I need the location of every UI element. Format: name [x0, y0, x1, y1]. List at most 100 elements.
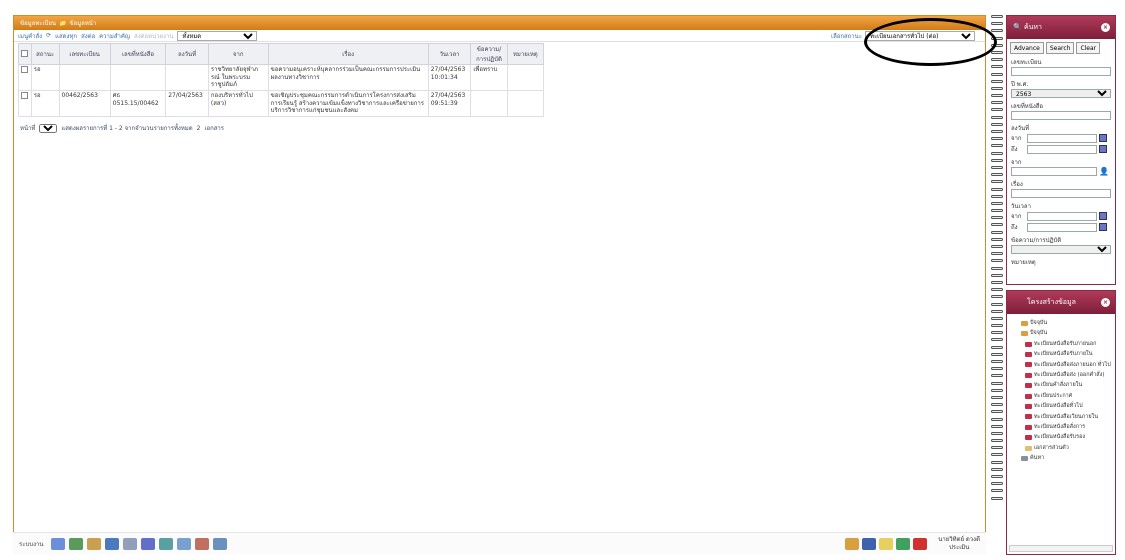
tree-item[interactable]: ทะเบียนหนังสือเวียนภายใน [1011, 412, 1111, 422]
reports-icon[interactable] [195, 537, 210, 550]
table-row[interactable]: รอ 00462/2563 ศธ 0515.15/00462 27/04/256… [18, 90, 545, 117]
col-reg-no[interactable]: เลขทะเบียน [58, 43, 111, 65]
close-icon[interactable]: × [1101, 298, 1110, 307]
network-icon[interactable] [845, 537, 860, 550]
transfer-icon[interactable] [141, 537, 156, 550]
tree-item[interactable]: ทะเบียนหนังสือทั่วไป [1011, 401, 1111, 411]
clear-button[interactable]: Clear [1076, 42, 1101, 54]
pager-total: 2 [196, 124, 201, 132]
cell-status: รอ [30, 64, 60, 91]
date-to-label: ถึง [1011, 146, 1018, 153]
tree-item[interactable]: ปัจจุบัน [1011, 328, 1111, 338]
tree-item[interactable]: ปัจจุบัน [1011, 318, 1111, 328]
bookmark-icon[interactable] [105, 537, 120, 550]
help-icon[interactable] [213, 537, 228, 550]
calendar-icon[interactable] [896, 537, 911, 550]
tree-item[interactable]: ค้นหา [1011, 453, 1111, 463]
from-input[interactable] [1011, 167, 1097, 176]
print-icon[interactable] [123, 537, 138, 550]
tree-item[interactable]: ทะเบียนหนังสือรับภายใน [1011, 349, 1111, 359]
doc-no-input[interactable] [1011, 111, 1111, 120]
col-datetime[interactable]: วันเวลา [427, 43, 472, 65]
cell-subject[interactable]: ขอเชิญประชุมคณะกรรมการดำเนินการโครงการส่… [267, 90, 429, 117]
users-icon[interactable] [159, 537, 174, 550]
tree-item[interactable]: ทะเบียนคำสั่งภายใน [1011, 380, 1111, 390]
send-icon[interactable] [69, 537, 84, 550]
book-icon [1025, 383, 1032, 389]
search-panel: 🔍 ค้นหา × Advance Search Clear เลขทะเบีย… [1006, 15, 1116, 285]
refresh-icon[interactable]: ⟳ [46, 32, 51, 39]
link-show-all[interactable]: แสดงทุก [55, 31, 77, 41]
scope-select[interactable]: ทั้งหมด [177, 30, 258, 41]
header-checkbox[interactable] [18, 43, 32, 65]
tree-item-label: ทะเบียนหนังสือเวียนภายใน [1034, 413, 1098, 420]
col-subject[interactable]: เรื่อง [267, 43, 429, 65]
col-remark[interactable]: หมายเหตุ [506, 43, 545, 65]
field-label: วันเวลา [1011, 203, 1031, 210]
col-status[interactable]: สถานะ [30, 43, 60, 65]
col-action[interactable]: ข้อความ/การปฏิบัติ [470, 43, 508, 65]
menu-command[interactable]: เมนูคำสั่ง [18, 31, 42, 41]
field-remark: หมายเหตุ [1007, 257, 1115, 267]
inbox-icon[interactable] [51, 537, 66, 550]
book-icon [1025, 362, 1032, 368]
year-select[interactable]: 2563 [1011, 89, 1111, 98]
datetime-to-input[interactable] [1027, 222, 1097, 232]
tree-item[interactable]: เอกสารส่วนตัว [1011, 443, 1111, 453]
page-select[interactable]: 1 [39, 123, 58, 133]
col-from[interactable]: จาก [207, 43, 269, 65]
tree-item[interactable]: ทะเบียนหนังสือส่ง (ออกคำสั่ง) [1011, 370, 1111, 380]
book-icon [1025, 341, 1032, 347]
tree-item[interactable]: ทะเบียนหนังสือรับภายนอก [1011, 339, 1111, 349]
subject-input[interactable] [1011, 189, 1111, 198]
archive-icon[interactable] [87, 537, 102, 550]
start-label[interactable]: ระบบงาน [19, 539, 43, 549]
reg-no-input[interactable] [1011, 67, 1111, 76]
tree-item-label: ปัจจุบัน [1030, 320, 1048, 326]
row-checkbox[interactable] [18, 90, 32, 117]
table-row[interactable]: รอ ราชวิทยาลัยจุฬาภรณ์ ในพระบรมราชูปถัมภ… [18, 64, 545, 91]
search-title: ค้นหา [1023, 23, 1042, 31]
advance-button[interactable]: Advance [1010, 42, 1044, 54]
search-button[interactable]: Search [1045, 42, 1075, 54]
tree-item[interactable]: ทะเบียนหนังสือสั่งการ [1011, 422, 1111, 432]
cell-subject[interactable]: ขอความอนุเคราะห์บุคลากรร่วมเป็นคณะกรรมกา… [267, 64, 429, 91]
tree-item[interactable]: ทะเบียนประกาศ [1011, 391, 1111, 401]
taskbar: ระบบงาน นายวิทิตย์ ดวงดี ประเมิน [13, 532, 986, 554]
title-bar: ข้อมูลทะเบียน 📁 ข้อมูลหน้า [14, 16, 985, 30]
person-icon[interactable]: 👤 [1099, 167, 1109, 176]
link-forward[interactable]: ส่งต่อ [81, 31, 95, 41]
calendar-icon[interactable] [1099, 134, 1107, 142]
chart-icon[interactable] [862, 537, 877, 550]
calendar-icon[interactable] [1099, 223, 1107, 231]
notes-icon[interactable] [879, 537, 894, 550]
field-date: ลงวันที่ จาก ถึง [1007, 123, 1115, 154]
power-icon[interactable] [913, 537, 928, 550]
horizontal-scrollbar[interactable] [1009, 545, 1113, 552]
cell-action [470, 90, 508, 117]
cell-date [165, 64, 209, 91]
close-icon[interactable]: × [1101, 23, 1110, 32]
field-from: จาก 👤 [1007, 157, 1115, 176]
book-icon [1025, 414, 1032, 420]
calendar-icon[interactable] [1099, 145, 1107, 153]
calendar-icon[interactable] [1099, 212, 1107, 220]
status-filter: เลือกสถานะ ทะเบียนเอกสารทั่วไป (ต่อ) [831, 31, 975, 41]
tree-item-label: ค้นหา [1030, 455, 1045, 462]
folder-label[interactable]: ข้อมูลทะเบียน [20, 18, 56, 28]
date-from-input[interactable] [1027, 133, 1097, 143]
col-date[interactable]: ลงวันที่ [165, 43, 209, 65]
field-datetime: วันเวลา จาก ถึง [1007, 201, 1115, 232]
field-label: ปี พ.ศ. [1011, 81, 1029, 88]
tree-item-label: ทะเบียนหนังสือรับภายใน [1034, 351, 1093, 358]
tree-item[interactable]: ทะเบียนหนังสือส่งภายนอก ทั่วไป [1011, 360, 1111, 370]
col-doc-no[interactable]: เลขที่หนังสือ [109, 43, 167, 65]
date-to-input[interactable] [1027, 144, 1097, 154]
datetime-from-input[interactable] [1027, 211, 1097, 221]
edit-icon[interactable] [177, 537, 192, 550]
link-priority[interactable]: ความสำคัญ [99, 31, 130, 41]
action-select[interactable] [1011, 245, 1111, 254]
row-checkbox[interactable] [18, 64, 32, 91]
status-select[interactable]: ทะเบียนเอกสารทั่วไป (ต่อ) [865, 31, 975, 41]
tree-item[interactable]: ทะเบียนหนังสือรับรอง [1011, 432, 1111, 442]
